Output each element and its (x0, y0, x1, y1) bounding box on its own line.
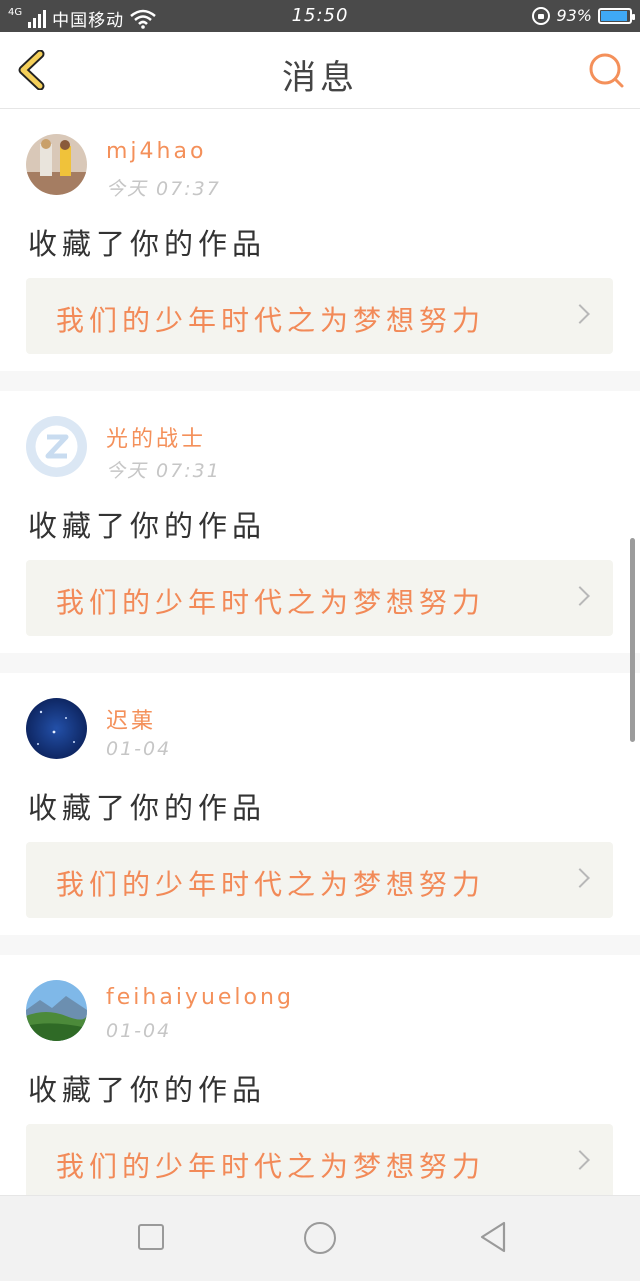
message-list: mj4hao 今天 07:37 收藏了你的作品 我们的少年时代之为梦想努力 光的… (0, 109, 640, 1237)
work-title: 我们的少年时代之为梦想努力 (56, 304, 486, 337)
chevron-right-icon (570, 586, 590, 606)
rotation-lock-icon (532, 6, 551, 25)
chevron-right-icon (570, 304, 590, 324)
work-title: 我们的少年时代之为梦想努力 (56, 868, 486, 901)
work-link[interactable]: 我们的少年时代之为梦想努力 (26, 1124, 613, 1200)
system-nav-bar (0, 1195, 640, 1281)
home-icon[interactable] (304, 1222, 336, 1254)
action-text: 收藏了你的作品 (28, 1073, 267, 1107)
username[interactable]: mj4hao (106, 139, 206, 164)
message-time: 01-04 (106, 1020, 172, 1042)
back-triangle-icon[interactable] (478, 1220, 508, 1254)
work-link[interactable]: 我们的少年时代之为梦想努力 (26, 560, 613, 636)
page-title: 消息 (282, 58, 358, 98)
status-right: 93% (532, 6, 635, 25)
search-icon[interactable] (586, 50, 626, 90)
message-time: 今天 07:31 (106, 460, 221, 482)
work-title: 我们的少年时代之为梦想努力 (56, 1150, 486, 1183)
starry-sky-avatar[interactable] (26, 698, 87, 759)
message-card: 迟菓 01-04 收藏了你的作品 我们的少年时代之为梦想努力 (0, 673, 640, 935)
action-text: 收藏了你的作品 (28, 227, 267, 261)
work-link[interactable]: 我们的少年时代之为梦想努力 (26, 278, 613, 354)
chevron-right-icon (570, 1150, 590, 1170)
chevron-right-icon (570, 868, 590, 888)
username[interactable]: feihaiyuelong (106, 985, 294, 1010)
username[interactable]: 光的战士 (106, 421, 206, 453)
action-text: 收藏了你的作品 (28, 791, 267, 825)
recent-apps-icon[interactable] (138, 1224, 164, 1250)
action-text: 收藏了你的作品 (28, 509, 267, 543)
message-time: 01-04 (106, 738, 172, 760)
photo-avatar[interactable] (26, 134, 87, 195)
battery-percent: 93% (556, 6, 592, 25)
default-avatar[interactable] (26, 416, 87, 477)
battery-icon (598, 7, 635, 24)
message-card: feihaiyuelong 01-04 收藏了你的作品 我们的少年时代之为梦想努… (0, 955, 640, 1217)
message-card: mj4hao 今天 07:37 收藏了你的作品 我们的少年时代之为梦想努力 (0, 109, 640, 371)
work-link[interactable]: 我们的少年时代之为梦想努力 (26, 842, 613, 918)
message-card: 光的战士 今天 07:31 收藏了你的作品 我们的少年时代之为梦想努力 (0, 391, 640, 653)
scrollbar[interactable] (630, 538, 635, 742)
app-header: 消息 (0, 32, 640, 109)
message-time: 今天 07:37 (106, 178, 221, 200)
landscape-avatar[interactable] (26, 980, 87, 1041)
work-title: 我们的少年时代之为梦想努力 (56, 586, 486, 619)
status-bar: 4G 中国移动 15:50 93% (0, 0, 640, 32)
username[interactable]: 迟菓 (106, 703, 156, 735)
